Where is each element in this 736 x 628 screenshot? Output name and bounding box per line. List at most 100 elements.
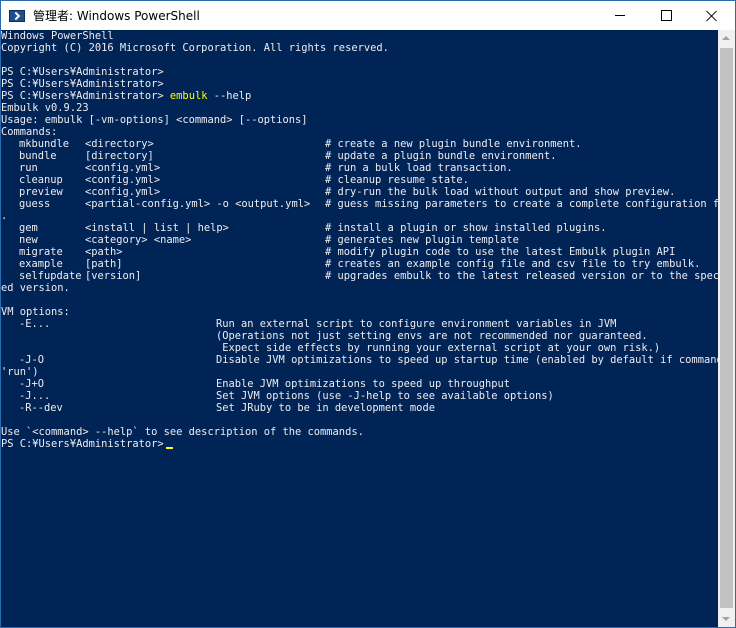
vm-option-description: Expect side effects by running your exte…: [216, 342, 661, 354]
vm-option-row: -J-O Disable JVM optimizations to speed u…: [1, 354, 719, 366]
vm-option-description: Run an external script to configure envi…: [216, 318, 617, 330]
close-icon: [706, 10, 718, 22]
close-button[interactable]: [689, 1, 735, 30]
powershell-window: 管理者: Windows PowerShell Windows PowerShe…: [0, 0, 736, 628]
wrapped-line: ed version.: [1, 282, 70, 294]
command-row: mkbundle <directory> # create a new plugin…: [1, 138, 719, 150]
vm-option-description: Set JVM options (use -J-help to see avai…: [216, 390, 554, 402]
prompt-line: PS C:¥Users¥Administrator>: [1, 66, 164, 78]
command-description: # create a new plugin bundle environment…: [325, 138, 582, 150]
maximize-icon: [660, 10, 672, 21]
command-row: bundle [directory] # update a plugin bundl…: [1, 150, 719, 162]
command-name: cleanup: [19, 174, 63, 186]
console-output[interactable]: Windows PowerShell Copyright (C) 2016 Mi…: [1, 30, 719, 627]
command-description: # install a plugin or show installed plu…: [325, 222, 607, 234]
scrollbar-thumb[interactable]: [720, 48, 733, 608]
command-name: preview: [19, 186, 63, 198]
command-row: guess <partial-config.yml> -o <output.yml…: [1, 198, 719, 210]
command-args: <partial-config.yml> -o <output.yml>: [85, 198, 311, 210]
command-row: selfupdate [version] # upgrades embulk to …: [1, 270, 719, 282]
command-args: <config.yml>: [85, 162, 161, 174]
vm-option-description: (Operations not just setting envs are no…: [216, 330, 648, 342]
command-name: embulk: [169, 90, 208, 102]
title-bar[interactable]: 管理者: Windows PowerShell: [1, 1, 735, 30]
command-args: <path>: [85, 246, 123, 258]
vm-option-name: -J...: [19, 390, 51, 402]
prompt-line: PS C:¥Users¥Administrator>: [1, 78, 164, 90]
window-title: 管理者: Windows PowerShell: [33, 9, 200, 23]
version-line: Embulk v0.9.23: [1, 102, 89, 114]
command-name: new: [19, 234, 38, 246]
command-description: # upgrades embulk to the latest released…: [325, 270, 719, 282]
command-name: run: [19, 162, 38, 174]
command-description: # update a plugin bundle environment.: [325, 150, 557, 162]
vm-option-row: -R--dev Set JRuby to be in development mo…: [1, 402, 719, 414]
wrapped-line: .: [1, 210, 8, 222]
vm-option-description: Disable JVM optimizations to speed up st…: [216, 354, 719, 366]
scroll-down-arrow-icon[interactable]: [718, 610, 735, 627]
command-row: preview <config.yml> # dry-run the bulk lo…: [1, 186, 719, 198]
final-prompt-line[interactable]: PS C:¥Users¥Administrator>: [1, 438, 719, 450]
command-row: example [path] # creates an example config…: [1, 258, 719, 270]
command-description: # cleanup resume state.: [325, 174, 469, 186]
vm-option-row: -E... Run an external script to configure…: [1, 318, 719, 330]
banner-line: Windows PowerShell: [1, 30, 114, 42]
command-description: # modify plugin code to use the latest E…: [325, 246, 676, 258]
command-args: [path]: [85, 258, 123, 270]
command-args: <category> <name>: [85, 234, 192, 246]
command-name: selfupdate: [19, 270, 82, 282]
command-args: --help: [207, 90, 252, 102]
vm-options-header: VM options:: [1, 306, 70, 318]
vm-option-row: -J... Set JVM options (use -J-help to see…: [1, 390, 719, 402]
window-controls: [597, 1, 735, 30]
commands-list: mkbundle <directory> # create a new plugin…: [1, 138, 719, 294]
command-args: <config.yml>: [85, 174, 161, 186]
vm-option-name: -R--dev: [19, 402, 63, 414]
commands-header: Commands:: [1, 126, 58, 138]
vm-option-description: Set JRuby to be in development mode: [216, 402, 435, 414]
command-name: guess: [19, 198, 51, 210]
vm-option-name: -E...: [19, 318, 51, 330]
command-description: # guess missing parameters to create a c…: [325, 198, 719, 210]
powershell-icon: [9, 9, 25, 22]
usage-line: Usage: embulk [-vm-options] <command> [-…: [1, 114, 308, 126]
vm-options-list: -E... Run an external script to configure…: [1, 318, 719, 414]
command-name: bundle: [19, 150, 57, 162]
command-name: example: [19, 258, 63, 270]
command-name: gem: [19, 222, 38, 234]
command-row: new <category> <name> # generates new plug…: [1, 234, 719, 246]
vm-option-row: -J+O Enable JVM optimizations to speed up…: [1, 378, 719, 390]
footer-line: Use `<command> --help` to see descriptio…: [1, 426, 364, 438]
command-description: # dry-run the bulk load without output a…: [325, 186, 676, 198]
command-args: [version]: [85, 270, 142, 282]
prompt-text: PS C:¥Users¥Administrator>: [1, 90, 164, 102]
vm-option-row: Expect side effects by running your exte…: [1, 342, 719, 354]
prompt-text: PS C:¥Users¥Administrator>: [1, 438, 164, 450]
minimize-icon: [615, 15, 625, 16]
command-name: mkbundle: [19, 138, 70, 150]
command-args: <directory>: [85, 138, 154, 150]
copyright-line: Copyright (C) 2016 Microsoft Corporation…: [1, 42, 389, 54]
wrapped-line: 'run'): [1, 366, 39, 378]
command-line: PS C:¥Users¥Administrator> embulk --help: [1, 90, 719, 102]
command-name: migrate: [19, 246, 63, 258]
command-args: <config.yml>: [85, 186, 161, 198]
vertical-scrollbar[interactable]: [718, 30, 735, 627]
command-description: # creates an example config file and csv…: [325, 258, 701, 270]
command-args: [directory]: [85, 150, 154, 162]
vm-option-name: -J+O: [19, 378, 45, 390]
command-row: gem <install | list | help> # install a pl…: [1, 222, 719, 234]
command-args: <install | list | help>: [85, 222, 229, 234]
command-row: migrate <path> # modify plugin code to use…: [1, 246, 719, 258]
vm-option-row: (Operations not just setting envs are no…: [1, 330, 719, 342]
text-cursor: [165, 447, 173, 449]
scroll-up-arrow-icon[interactable]: [718, 30, 735, 47]
command-row: cleanup <config.yml> # cleanup resume stat…: [1, 174, 719, 186]
minimize-button[interactable]: [597, 1, 643, 30]
maximize-button[interactable]: [643, 1, 689, 30]
command-description: # generates new plugin template: [325, 234, 519, 246]
vm-option-description: Enable JVM optimizations to speed up thr…: [216, 378, 511, 390]
